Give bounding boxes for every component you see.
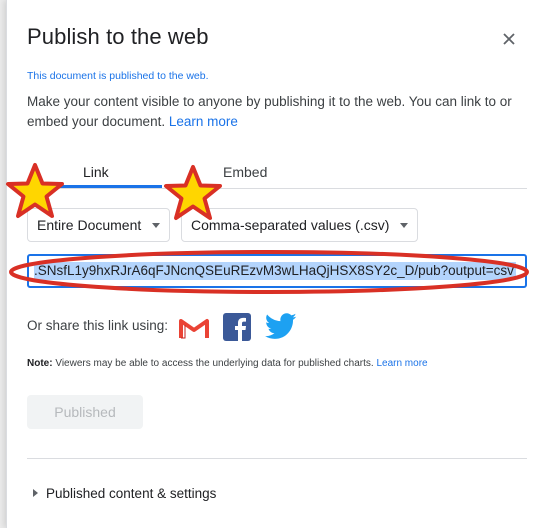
caret-down-icon	[400, 223, 408, 228]
divider	[27, 458, 527, 459]
published-settings-expander[interactable]: Published content & settings	[33, 486, 216, 501]
learn-more-link[interactable]: Learn more	[169, 114, 238, 129]
gmail-icon[interactable]	[179, 316, 209, 345]
tab-bar: Link Embed	[27, 160, 527, 189]
caret-down-icon	[152, 223, 160, 228]
share-label: Or share this link using:	[27, 318, 169, 333]
red-ellipse-annotation	[9, 250, 529, 294]
note-learn-more-link[interactable]: Learn more	[376, 358, 427, 369]
twitter-icon[interactable]	[264, 313, 297, 346]
description-text: Make your content visible to anyone by p…	[27, 94, 512, 129]
tab-link[interactable]: Link	[83, 164, 109, 180]
chevron-right-icon	[33, 489, 38, 497]
published-button[interactable]: Published	[27, 395, 143, 429]
expander-label: Published content & settings	[46, 486, 217, 501]
close-icon[interactable]	[497, 27, 521, 51]
star-annotation-icon	[6, 163, 64, 218]
note-body: Viewers may be able to access the underl…	[52, 358, 374, 369]
note-prefix: Note:	[27, 358, 53, 369]
star-annotation-icon	[164, 165, 222, 220]
publish-status: This document is published to the web.	[27, 70, 209, 82]
dialog-description: Make your content visible to anyone by p…	[27, 92, 527, 132]
tab-embed[interactable]: Embed	[223, 164, 267, 180]
dialog-title: Publish to the web	[27, 24, 209, 49]
note-text: Note: Viewers may be able to access the …	[27, 358, 527, 369]
facebook-icon[interactable]	[223, 313, 251, 346]
